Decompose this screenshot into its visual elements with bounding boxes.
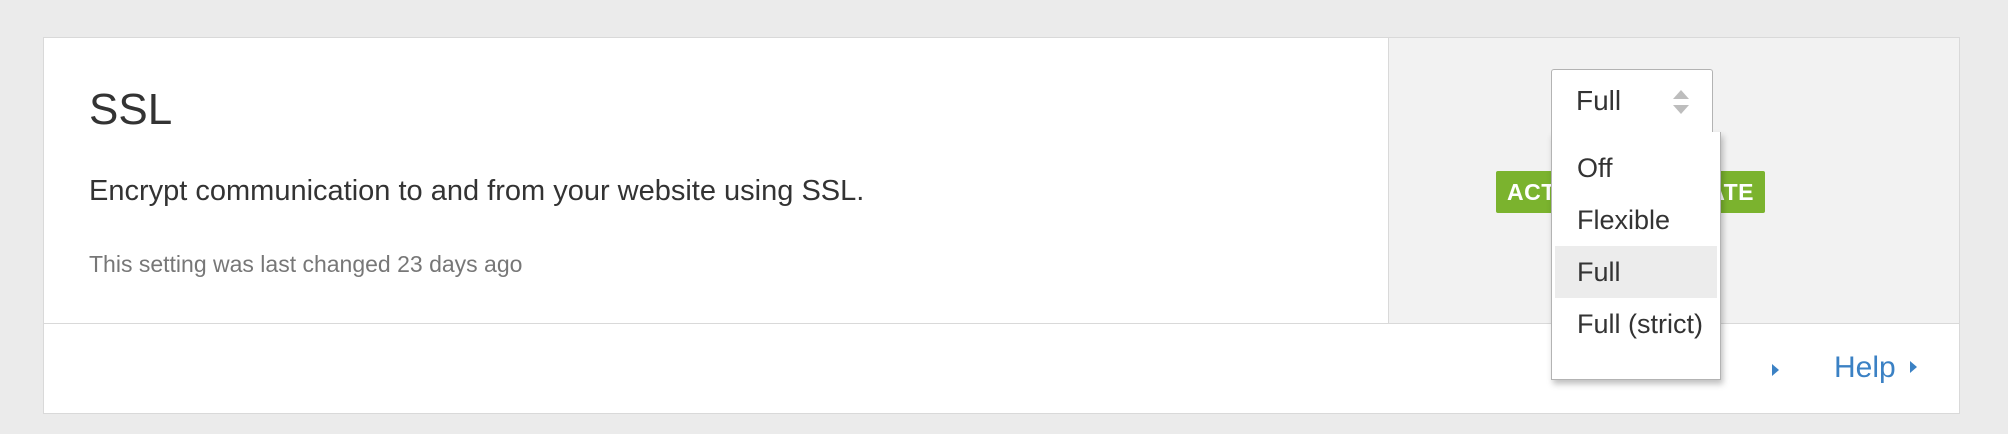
dropdown-option-flexible[interactable]: Flexible (1555, 194, 1717, 246)
ssl-mode-dropdown-menu: Off Flexible Full Full (strict) (1551, 132, 1721, 380)
select-value: Full (1576, 85, 1622, 116)
setting-info-panel: SSL Encrypt communication to and from yo… (44, 38, 1388, 323)
dropdown-option-off[interactable]: Off (1555, 142, 1717, 194)
chevron-right-icon[interactable] (1772, 364, 1779, 376)
dropdown-option-full[interactable]: Full (1555, 246, 1717, 298)
help-link-label: Help (1834, 351, 1896, 384)
up-down-arrows-icon (1673, 90, 1689, 116)
help-link[interactable]: Help (1834, 348, 1917, 388)
setting-title: SSL (89, 85, 173, 134)
chevron-right-icon (1909, 361, 1917, 374)
dropdown-option-full-strict[interactable]: Full (strict) (1555, 298, 1717, 350)
ssl-mode-select[interactable]: Full (1551, 69, 1713, 132)
status-badge-text: ACT (1507, 179, 1556, 205)
setting-description: Encrypt communication to and from your w… (89, 175, 865, 207)
last-changed-text: This setting was last changed 23 days ag… (89, 251, 523, 277)
